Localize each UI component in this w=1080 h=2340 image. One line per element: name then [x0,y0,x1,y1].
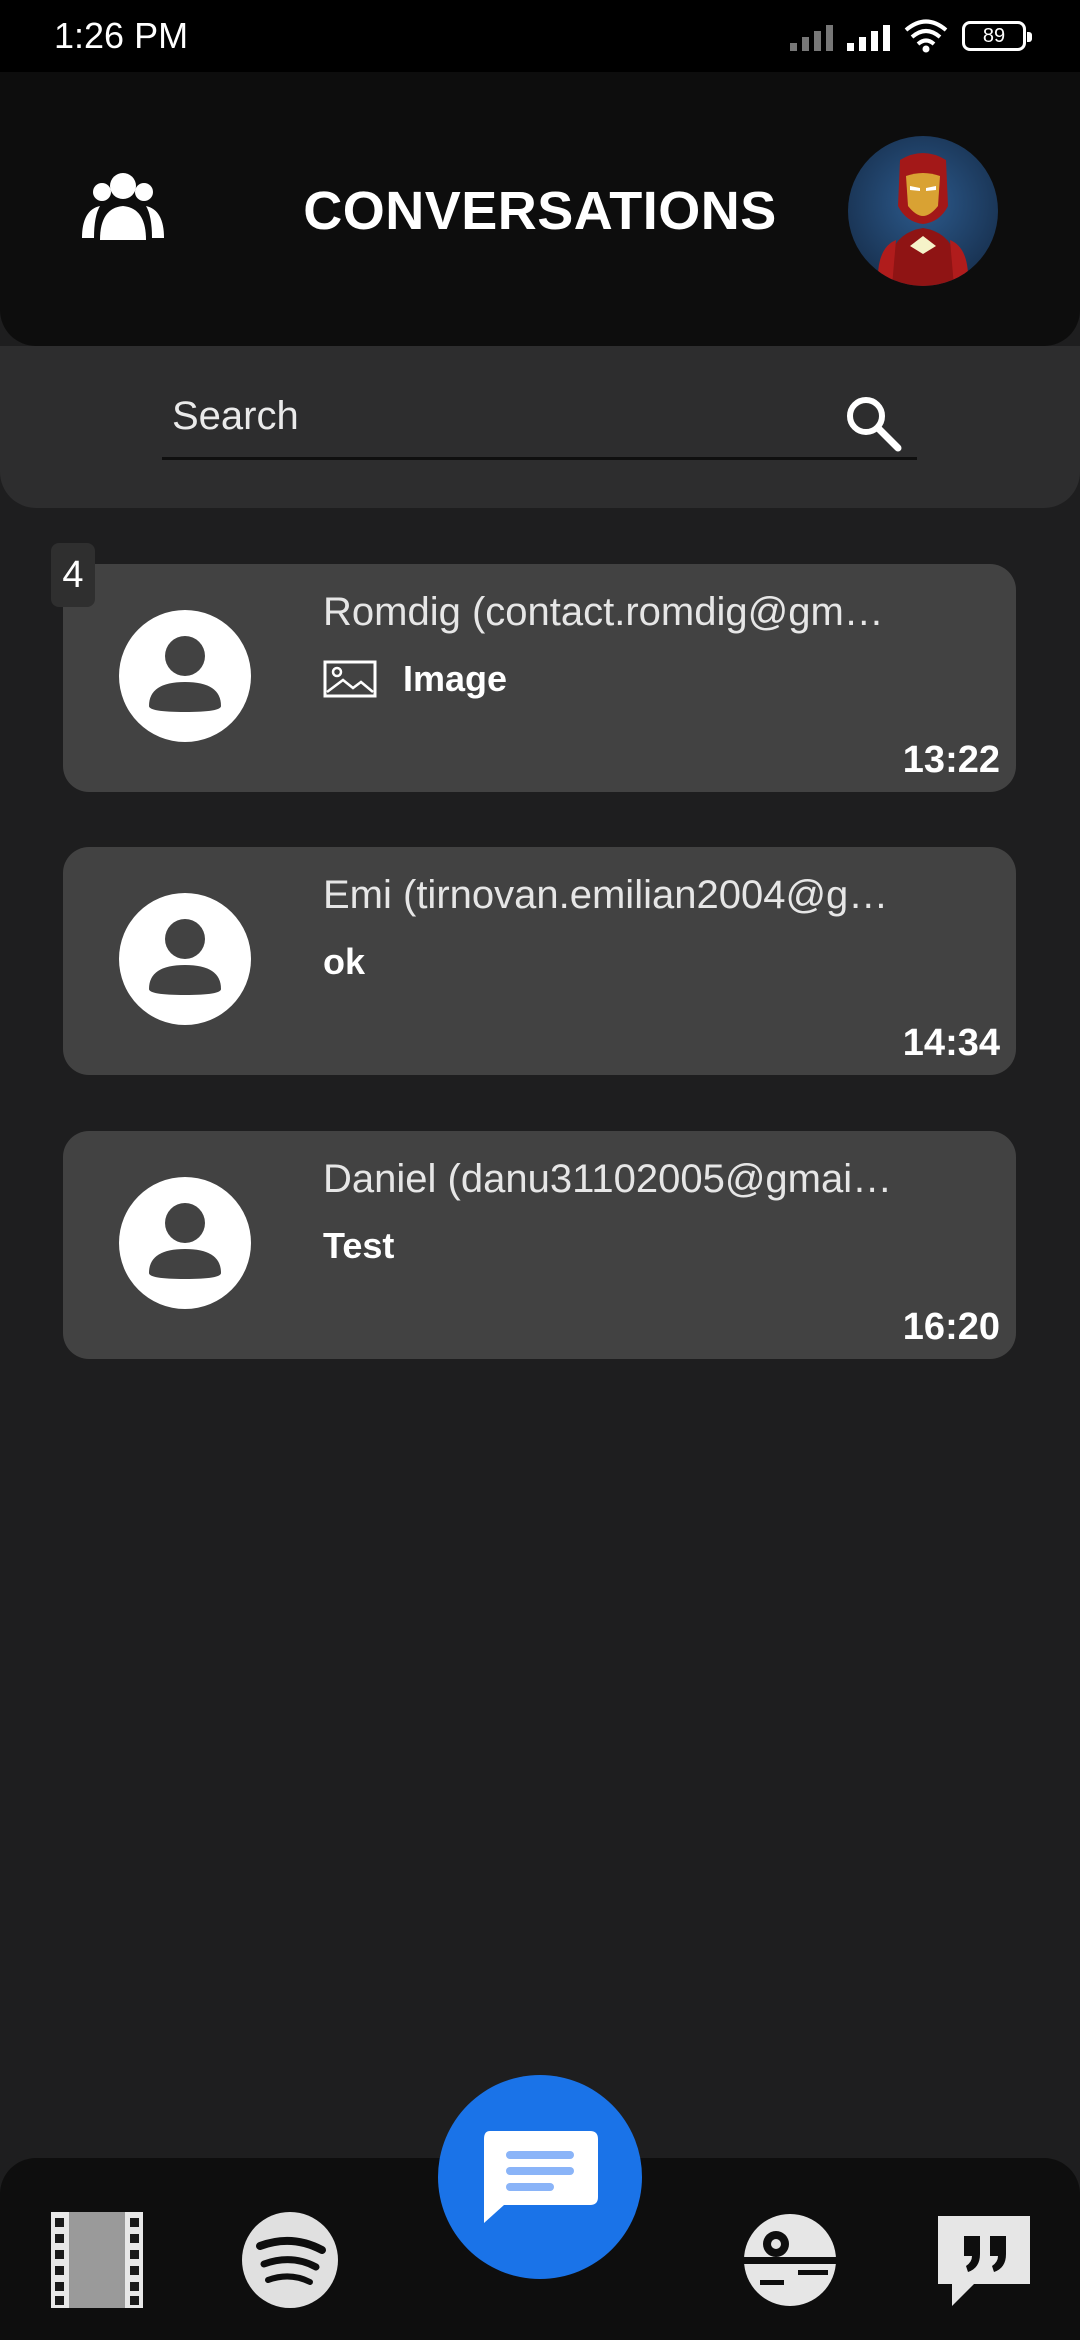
message-text: Image [403,658,508,699]
image-icon [323,660,377,698]
signal-icon-2 [847,21,890,51]
film-strip-icon[interactable] [47,2210,147,2310]
signal-icon [790,21,833,51]
message-text: ok [323,941,366,982]
conversation-name: Daniel (danu31102005@gmai… [323,1157,893,1201]
search-panel [0,346,1080,508]
battery-icon: 89 [962,21,1032,51]
search-input[interactable] [162,376,917,460]
unread-badge: 4 [51,543,95,607]
iron-man-avatar-icon [877,153,969,286]
status-icons: 89 [790,19,1032,53]
contact-avatar-icon [119,893,251,1025]
message-text: Test [323,1225,395,1266]
profile-avatar[interactable] [848,136,998,286]
contact-avatar-icon [119,610,251,742]
spotify-icon[interactable] [240,2210,340,2310]
status-time: 1:26 PM [54,15,189,56]
conversation-name: Romdig (contact.romdig@gm… [323,590,884,634]
death-star-icon[interactable] [740,2210,840,2310]
conversation-item[interactable]: Emi (tirnovan.emilian2004@g… ok 14:34 [63,847,1016,1075]
conversation-message: Image [323,658,507,700]
conversation-item[interactable]: Romdig (contact.romdig@gm… Image 13:22 [63,564,1016,792]
contact-avatar-icon [119,1177,251,1309]
conversation-time: 14:34 [902,1022,1000,1064]
status-bar: 1:26 PM 89 [0,0,1080,72]
wifi-icon [904,19,948,53]
conversation-time: 13:22 [902,739,1000,781]
messages-icon [484,2131,598,2223]
quote-icon[interactable] [934,2210,1034,2310]
conversation-item[interactable]: Daniel (danu31102005@gmai… Test 16:20 [63,1131,1016,1359]
conversation-time: 16:20 [902,1306,1000,1348]
conversation-message: Test [323,1225,394,1267]
app-header: CONVERSATIONS [0,72,1080,346]
messages-fab[interactable] [438,2075,642,2279]
battery-level: 89 [982,24,1006,47]
search-icon[interactable] [842,392,904,454]
conversation-message: ok [323,941,365,983]
conversation-name: Emi (tirnovan.emilian2004@g… [323,873,889,917]
